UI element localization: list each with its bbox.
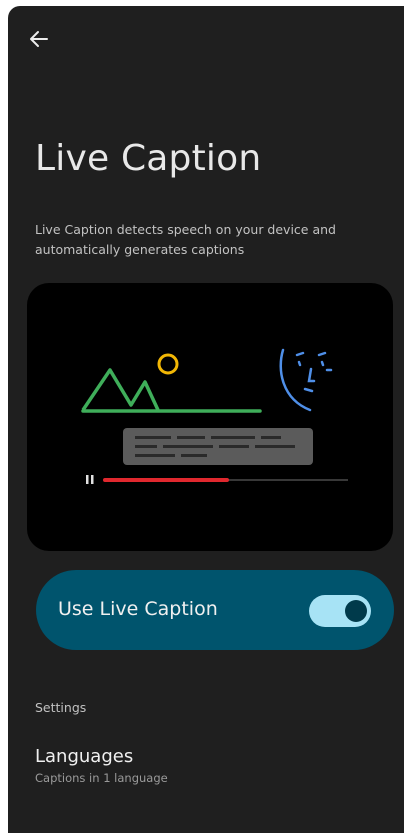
page-title: Live Caption (35, 138, 262, 179)
use-live-caption-toggle-card[interactable]: Use Live Caption (36, 570, 394, 650)
settings-section-header: Settings (35, 700, 87, 715)
live-caption-illustration (27, 283, 393, 551)
switch-thumb (345, 600, 367, 622)
mountains-icon (81, 368, 262, 413)
back-button[interactable] (26, 26, 52, 52)
settings-screen: Live Caption Live Caption detects speech… (8, 6, 404, 833)
page-description: Live Caption detects speech on your devi… (35, 222, 336, 257)
languages-item[interactable]: Languages Captions in 1 language (35, 746, 385, 785)
face-icon (279, 348, 333, 412)
use-live-caption-switch[interactable] (309, 595, 371, 627)
languages-subtitle: Captions in 1 language (35, 771, 168, 785)
pause-icon (86, 475, 94, 484)
languages-title: Languages (35, 746, 134, 767)
arrow-back-icon (30, 31, 48, 47)
caption-box-icon (123, 428, 313, 465)
sun-icon (157, 353, 179, 375)
use-live-caption-label: Use Live Caption (58, 598, 218, 620)
